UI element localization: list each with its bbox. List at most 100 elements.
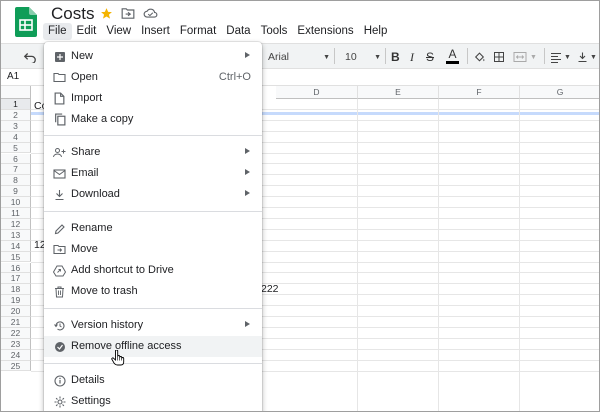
row-header-11[interactable]: 11 xyxy=(1,208,31,219)
row-header-4[interactable]: 4 xyxy=(1,131,31,143)
menu-item-settings[interactable]: Settings xyxy=(44,391,262,411)
row-header-9[interactable]: 9 xyxy=(1,186,31,198)
menu-label: Version history xyxy=(71,319,144,331)
cell-c17[interactable]: 222 xyxy=(261,283,279,295)
row-header-22[interactable]: 22 xyxy=(1,327,31,339)
menu-item-move-to-trash[interactable]: Move to trash xyxy=(44,281,262,302)
menu-item-version-history[interactable]: Version history xyxy=(44,315,262,336)
hand-pointer-cursor-icon xyxy=(111,349,125,366)
row-header-6[interactable]: 6 xyxy=(1,153,31,165)
row-header-1[interactable]: 1 xyxy=(1,99,31,110)
select-all-corner[interactable] xyxy=(1,86,31,99)
document-icon xyxy=(53,92,66,105)
file-menu-dropdown: New Open Ctrl+O Import Make a copy Share… xyxy=(44,42,262,411)
menu-help[interactable]: Help xyxy=(359,23,393,40)
submenu-arrow-icon xyxy=(245,190,250,196)
chevron-down-icon: ▼ xyxy=(323,53,330,61)
row-header-15[interactable]: 15 xyxy=(1,251,31,263)
name-box[interactable]: A1 xyxy=(7,71,19,82)
menu-item-make-a-copy[interactable]: Make a copy xyxy=(44,109,262,130)
row-header-13[interactable]: 13 xyxy=(1,229,31,241)
menu-tools[interactable]: Tools xyxy=(256,23,293,40)
row-header-21[interactable]: 21 xyxy=(1,317,31,328)
menu-item-remove-offline-access[interactable]: Remove offline access xyxy=(44,336,262,357)
row-header-5[interactable]: 5 xyxy=(1,142,31,154)
menu-label: Details xyxy=(71,374,105,386)
submenu-arrow-icon xyxy=(245,148,250,154)
bold-icon[interactable]: B xyxy=(391,48,400,66)
menu-bar: File Edit View Insert Format Data Tools … xyxy=(43,23,392,40)
menu-label: Move xyxy=(71,243,98,255)
fill-color-icon[interactable] xyxy=(473,48,486,66)
menu-format[interactable]: Format xyxy=(175,23,221,40)
row-header-8[interactable]: 8 xyxy=(1,175,31,187)
borders-icon[interactable] xyxy=(493,48,505,66)
menu-separator xyxy=(44,308,262,309)
row-header-12[interactable]: 12 xyxy=(1,218,31,230)
vertical-align-icon[interactable]: ▼ xyxy=(577,48,597,66)
row-header-17[interactable]: 17 xyxy=(1,273,31,285)
menu-insert[interactable]: Insert xyxy=(136,23,175,40)
menu-item-share[interactable]: Share xyxy=(44,142,262,163)
menu-extensions[interactable]: Extensions xyxy=(292,23,358,40)
merge-cells-icon[interactable]: ▼ xyxy=(513,48,537,66)
column-header-d[interactable]: D xyxy=(276,86,358,99)
row-header-2[interactable]: 2 xyxy=(1,109,31,121)
menu-file[interactable]: File xyxy=(43,23,72,40)
menu-item-open[interactable]: Open Ctrl+O xyxy=(44,67,262,88)
row-header-16[interactable]: 16 xyxy=(1,262,31,274)
italic-icon[interactable]: I xyxy=(410,48,414,66)
menu-item-move[interactable]: Move xyxy=(44,239,262,260)
menu-item-rename[interactable]: Rename xyxy=(44,218,262,239)
row-header-14[interactable]: 14 xyxy=(1,240,31,252)
menu-item-details[interactable]: Details xyxy=(44,370,262,391)
download-icon xyxy=(53,188,66,201)
envelope-icon xyxy=(53,167,66,180)
row-header-10[interactable]: 10 xyxy=(1,197,31,208)
undo-icon[interactable] xyxy=(23,48,37,66)
column-header-e[interactable]: E xyxy=(358,86,439,99)
font-family-select[interactable]: Arial ▼ xyxy=(268,48,330,66)
row-header-23[interactable]: 23 xyxy=(1,338,31,350)
align-left-icon[interactable]: ▼ xyxy=(550,48,571,66)
row-header-20[interactable]: 20 xyxy=(1,306,31,317)
plus-box-icon xyxy=(53,50,66,63)
cloud-status-icon[interactable] xyxy=(142,5,158,21)
star-icon[interactable] xyxy=(98,5,114,21)
menu-label: Move to trash xyxy=(71,285,138,297)
row-header-3[interactable]: 3 xyxy=(1,120,31,132)
column-header-f[interactable]: F xyxy=(439,86,520,99)
menu-label: Download xyxy=(71,188,120,200)
column-header-g[interactable]: G xyxy=(520,86,599,99)
sheets-logo-icon[interactable] xyxy=(15,7,37,37)
menu-label: Make a copy xyxy=(71,113,134,125)
row-header-7[interactable]: 7 xyxy=(1,164,31,176)
folder-icon xyxy=(53,71,66,84)
menu-item-email[interactable]: Email xyxy=(44,163,262,184)
font-size-select[interactable]: 10 ▼ xyxy=(345,48,381,66)
app-window: Costs File Edit View Insert Format Data … xyxy=(0,0,600,412)
strikethrough-icon[interactable]: S xyxy=(426,48,434,66)
move-to-folder-icon[interactable] xyxy=(120,5,136,21)
submenu-arrow-icon xyxy=(245,52,250,58)
toolbar-divider xyxy=(334,48,335,64)
menu-item-download[interactable]: Download xyxy=(44,184,262,205)
document-title[interactable]: Costs xyxy=(51,4,94,24)
menu-edit[interactable]: Edit xyxy=(72,23,102,40)
row-header-18[interactable]: 18 xyxy=(1,284,31,296)
row-header-24[interactable]: 24 xyxy=(1,349,31,361)
menu-item-import[interactable]: Import xyxy=(44,88,262,109)
menu-data[interactable]: Data xyxy=(221,23,255,40)
menu-item-new[interactable]: New xyxy=(44,46,262,67)
menu-label: Settings xyxy=(71,395,111,407)
gear-icon xyxy=(53,395,66,408)
toolbar-divider xyxy=(544,48,545,64)
menu-item-add-shortcut-to-drive[interactable]: Add shortcut to Drive xyxy=(44,260,262,281)
text-color-icon[interactable]: A xyxy=(446,48,459,66)
row-header-25[interactable]: 25 xyxy=(1,360,31,372)
menu-label: Import xyxy=(71,92,103,104)
shortcut-text: Ctrl+O xyxy=(218,71,251,83)
chevron-down-icon: ▼ xyxy=(374,53,381,61)
menu-view[interactable]: View xyxy=(101,23,136,40)
row-header-19[interactable]: 19 xyxy=(1,295,31,307)
